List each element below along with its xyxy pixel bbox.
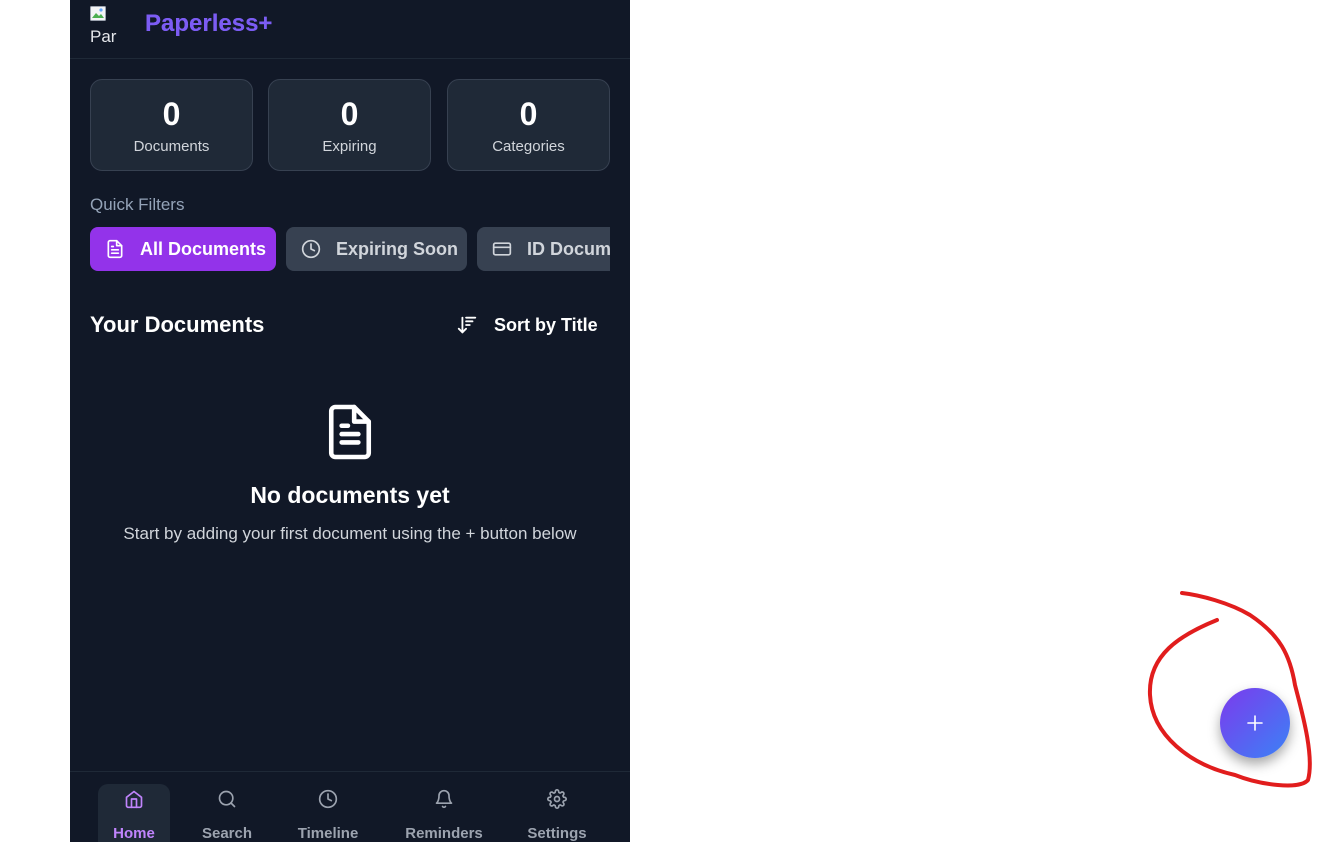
filter-chip-all-documents[interactable]: All Documents	[90, 227, 276, 271]
clock-icon	[301, 239, 321, 259]
bottom-nav: Home Search Timeline Reminders Settings	[70, 771, 630, 842]
document-empty-icon	[328, 404, 372, 460]
gear-icon	[547, 789, 567, 809]
nav-item-reminders[interactable]: Reminders	[398, 784, 490, 842]
sort-button[interactable]: Sort by Title	[456, 312, 616, 340]
stat-card-documents[interactable]: 0 Documents	[90, 79, 253, 171]
chip-label: All Documents	[140, 239, 267, 259]
nav-label: Settings	[527, 825, 587, 842]
app-panel: Par Paperless+ 0 Documents 0 Expiring 0 …	[70, 0, 630, 842]
stat-card-expiring[interactable]: 0 Expiring	[268, 79, 431, 171]
chip-label: ID Documents	[527, 239, 610, 259]
stat-value: 0	[519, 96, 538, 132]
bell-icon	[435, 789, 453, 809]
stat-card-categories[interactable]: 0 Categories	[447, 79, 610, 171]
logo-alt-text: Par	[90, 27, 117, 42]
nav-item-home[interactable]: Home	[98, 784, 170, 842]
chip-label: Expiring Soon	[336, 239, 459, 259]
sort-descending-icon	[457, 316, 477, 334]
stat-label: Categories	[492, 138, 565, 155]
filter-chip-id-documents[interactable]: ID Documents	[477, 227, 610, 271]
broken-image-icon	[90, 6, 106, 21]
search-icon	[218, 790, 236, 808]
stats-row: 0 Documents 0 Expiring 0 Categories	[90, 79, 610, 171]
home-icon	[125, 790, 143, 809]
empty-state-subtitle: Start by adding your first document usin…	[123, 524, 577, 543]
nav-label: Search	[201, 825, 253, 842]
nav-label: Timeline	[297, 825, 359, 842]
stat-label: Documents	[133, 138, 210, 155]
red-circle-annotation	[1147, 591, 1312, 788]
app-title: Paperless+	[145, 10, 273, 37]
stat-value: 0	[162, 96, 181, 132]
sort-label: Sort by Title	[494, 315, 598, 335]
nav-item-search[interactable]: Search	[192, 784, 262, 842]
stat-value: 0	[340, 96, 359, 132]
quick-filter-chips: All Documents Expiring Soon ID Documents	[90, 227, 610, 271]
nav-label: Reminders	[405, 825, 483, 842]
nav-item-settings[interactable]: Settings	[522, 784, 592, 842]
clock-icon	[318, 789, 338, 809]
empty-state-title: No documents yet	[250, 482, 450, 508]
logo-image: Par	[90, 6, 126, 42]
filter-chip-expiring-soon[interactable]: Expiring Soon	[286, 227, 467, 271]
documents-title: Your Documents	[90, 312, 265, 337]
id-card-icon	[492, 242, 512, 256]
file-text-icon	[107, 239, 123, 259]
stat-label: Expiring	[322, 138, 377, 155]
app-header: Par Paperless+	[70, 0, 630, 59]
nav-label: Home	[113, 825, 155, 842]
nav-item-timeline[interactable]: Timeline	[288, 784, 368, 842]
quick-filters-label: Quick Filters	[90, 195, 185, 214]
